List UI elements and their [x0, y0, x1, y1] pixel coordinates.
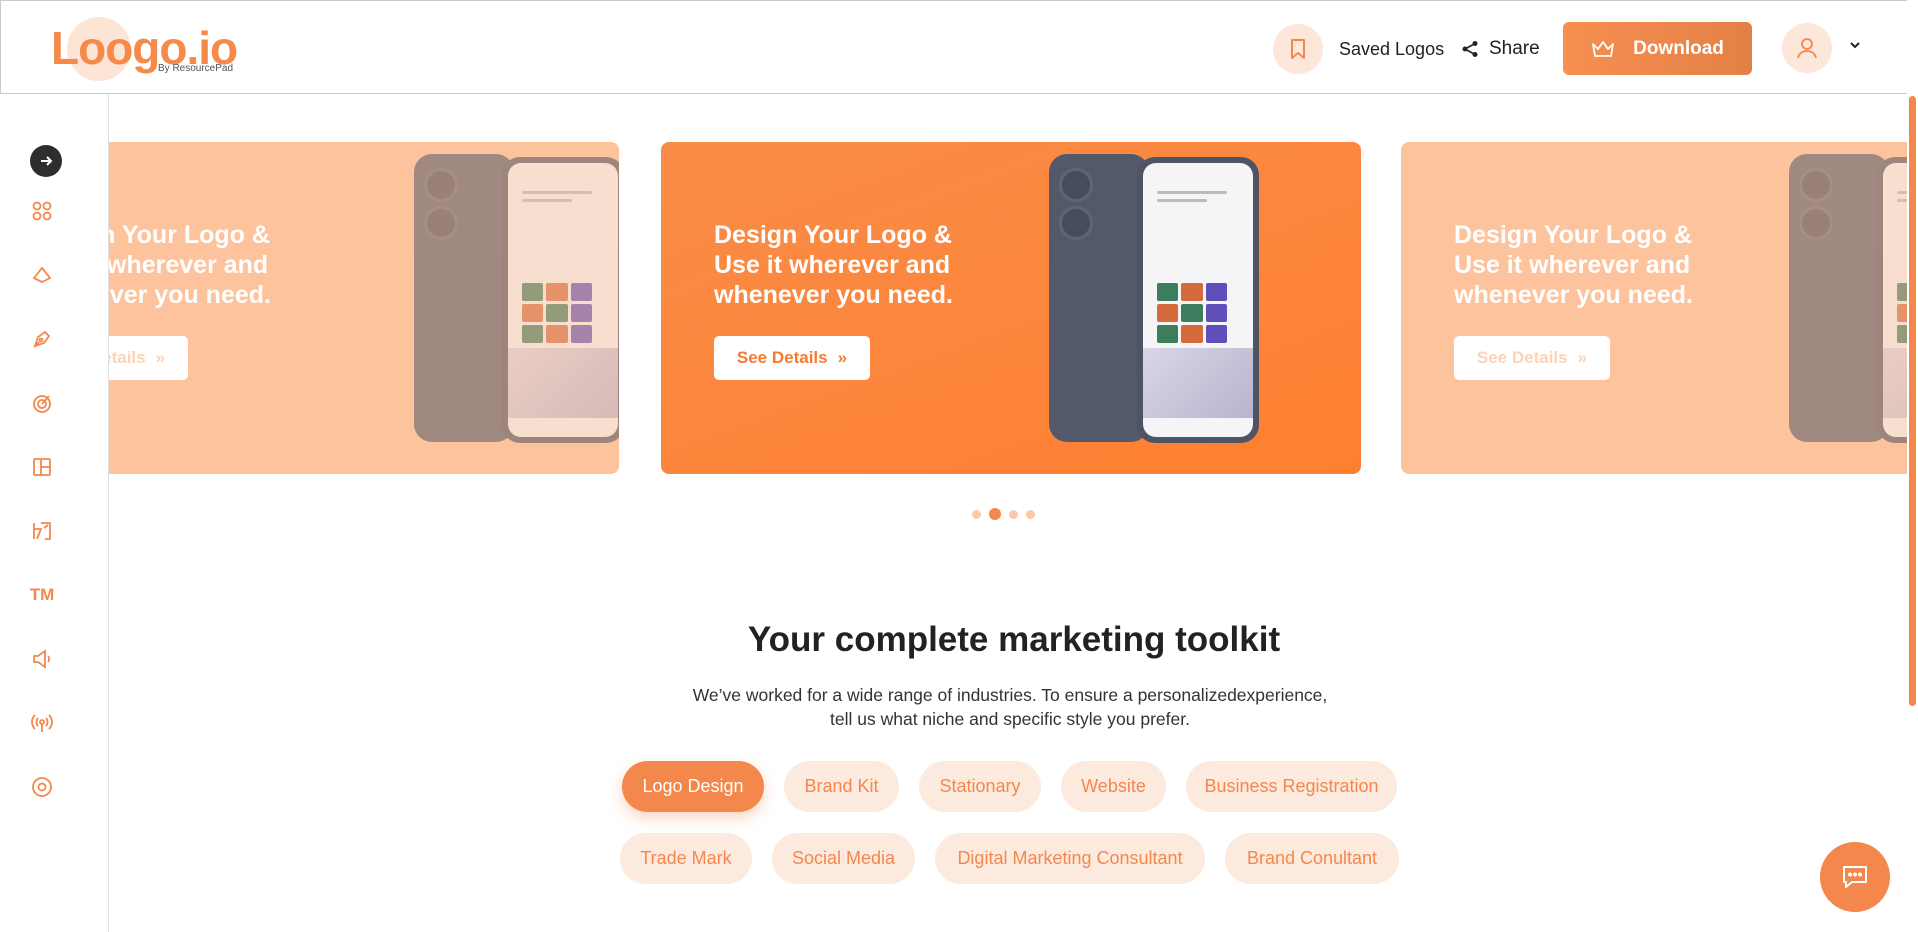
phone-mockup — [414, 154, 619, 444]
chip-digital-marketing-consultant[interactable]: Digital Marketing Consultant — [935, 833, 1205, 884]
carousel-slide-next[interactable]: Design Your Logo & Use it wherever and w… — [1401, 142, 1909, 474]
user-icon — [1797, 38, 1817, 59]
sidebar-item-layout[interactable] — [24, 449, 60, 485]
download-label: Download — [1633, 37, 1724, 59]
carousel-dot-2[interactable] — [989, 508, 1001, 520]
chip-logo-design[interactable]: Logo Design — [622, 761, 764, 812]
chip-brand-kit[interactable]: Brand Kit — [784, 761, 899, 812]
slide-title: Design Your Logo & Use it wherever and w… — [1454, 221, 1693, 309]
chat-bubble-icon — [1843, 866, 1867, 888]
section-description: We’ve worked for a wide range of industr… — [692, 685, 1328, 729]
carousel-slide-previous[interactable]: Design Your Logo & Use it wherever and w… — [109, 142, 619, 474]
sidebar-item-shapes[interactable] — [24, 257, 60, 293]
bookmark-icon — [1273, 24, 1323, 74]
see-details-label: See Details — [736, 348, 828, 367]
broadcast-icon — [31, 714, 53, 732]
phone-mockup — [1049, 154, 1263, 444]
saved-logos-label: Saved Logos — [1339, 38, 1445, 59]
chip-website[interactable]: Website — [1061, 761, 1166, 812]
sidebar-item-trademark[interactable]: TM — [24, 577, 60, 613]
shapes-icon — [32, 266, 52, 284]
sidebar-item-brand[interactable] — [24, 513, 60, 549]
sidebar-expand-button[interactable] — [30, 145, 62, 177]
see-details-button[interactable]: See Details » — [1454, 336, 1610, 380]
see-details-label: See Details — [109, 348, 146, 367]
see-details-button[interactable]: See Details » — [714, 336, 870, 380]
sidebar-item-pen[interactable] — [24, 321, 60, 357]
phone-mockup — [1789, 154, 1909, 444]
chat-button[interactable] — [1820, 842, 1890, 912]
carousel-slide-active[interactable]: Design Your Logo & Use it wherever and w… — [661, 142, 1361, 474]
crown-icon — [1592, 40, 1615, 57]
logo-subtitle: By ResourcePad — [158, 63, 234, 74]
user-avatar[interactable] — [1782, 23, 1832, 73]
slide-title: Design Your Logo & Use it wherever and w… — [109, 221, 271, 309]
share-label: Share — [1489, 38, 1540, 59]
chip-social-media[interactable]: Social Media — [772, 833, 915, 884]
grid-icon — [32, 201, 52, 221]
double-chevron-right-icon: » — [155, 348, 166, 367]
sidebar-item-grid[interactable] — [24, 193, 60, 229]
chip-trade-mark[interactable]: Trade Mark — [620, 833, 752, 884]
carousel-dot-1[interactable] — [972, 509, 981, 519]
pen-nib-icon — [33, 330, 51, 348]
see-details-label: See Details — [1476, 348, 1568, 367]
hero-carousel[interactable]: Design Your Logo & Use it wherever and w… — [109, 94, 1909, 534]
brand-icon — [33, 522, 51, 540]
carousel-dot-4[interactable] — [1026, 509, 1035, 519]
section-title: Your complete marketing toolkit — [747, 620, 1281, 659]
sidebar-item-broadcast[interactable] — [24, 705, 60, 741]
arrow-right-icon — [41, 156, 53, 166]
top-bar: Loogo.io By ResourcePad Saved Logos Shar… — [0, 0, 1918, 94]
layout-icon — [33, 458, 51, 476]
carousel-dot-3[interactable] — [1009, 509, 1018, 519]
download-button[interactable]: Download — [1563, 22, 1752, 75]
logo[interactable]: Loogo.io By ResourcePad — [51, 15, 241, 81]
see-details-button[interactable]: See Details » — [109, 336, 188, 380]
circle-target-icon — [32, 777, 52, 797]
chevron-down-icon[interactable] — [1849, 37, 1861, 55]
saved-logos-button[interactable]: Saved Logos — [1273, 23, 1444, 75]
share-icon — [1462, 41, 1478, 57]
chip-stationary[interactable]: Stationary — [919, 761, 1041, 812]
chip-business-registration[interactable]: Business Registration — [1186, 761, 1397, 812]
sidebar-item-circle[interactable] — [24, 769, 60, 805]
double-chevron-right-icon: » — [1577, 348, 1588, 367]
double-chevron-right-icon: » — [837, 348, 848, 367]
share-button[interactable]: Share — [1461, 31, 1540, 67]
target-icon — [33, 395, 51, 413]
slide-title: Design Your Logo & Use it wherever and w… — [714, 221, 953, 309]
scrollbar-thumb[interactable] — [1909, 96, 1916, 706]
sidebar-item-target[interactable] — [24, 385, 60, 421]
chip-brand-conultant[interactable]: Brand Conultant — [1225, 833, 1399, 884]
carousel-pagination — [972, 508, 1035, 520]
